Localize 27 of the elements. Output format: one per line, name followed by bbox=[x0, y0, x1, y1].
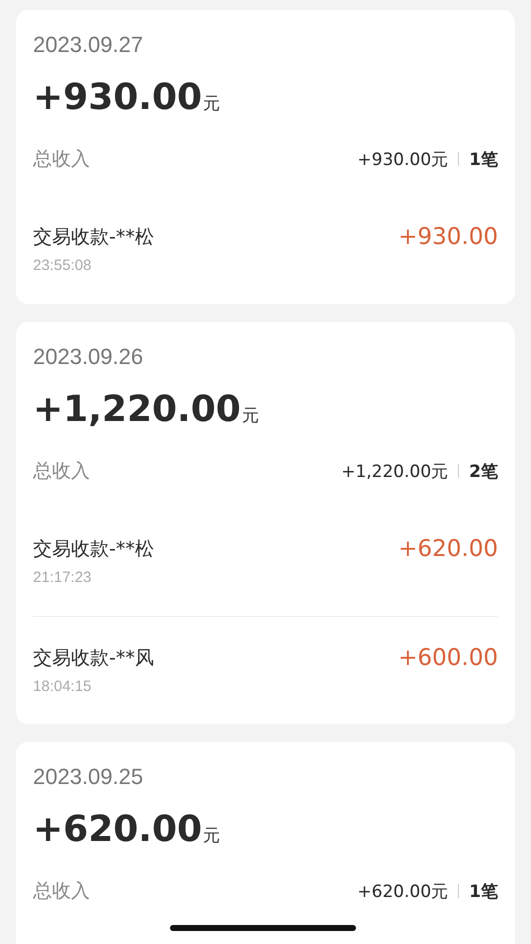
transaction-amount: +930.00 bbox=[398, 223, 498, 252]
total-amount: +930.00 bbox=[33, 76, 202, 120]
transaction-count: 2笔 bbox=[469, 460, 498, 482]
date-label: 2023.09.26 bbox=[33, 343, 144, 371]
total-amount: +1,220.00 bbox=[33, 388, 241, 432]
transaction-time: 21:17:23 bbox=[33, 568, 92, 588]
transaction-amount: +620.00 bbox=[398, 535, 498, 564]
transaction-time: 18:04:15 bbox=[33, 677, 92, 697]
date-label: 2023.09.25 bbox=[33, 763, 144, 791]
summary-label: 总收入 bbox=[33, 459, 90, 484]
currency-unit: 元 bbox=[203, 94, 220, 114]
summary-label: 总收入 bbox=[33, 879, 90, 904]
total-amount: +620.00 bbox=[33, 808, 202, 852]
summary-amount: +620.00元 bbox=[357, 880, 448, 902]
transaction-title[interactable]: 交易收款-**松 bbox=[33, 534, 154, 564]
summary-label: 总收入 bbox=[33, 147, 90, 172]
summary-amount: +930.00元 bbox=[357, 148, 448, 170]
currency-unit: 元 bbox=[242, 406, 259, 426]
transaction-count: 1笔 bbox=[469, 148, 498, 170]
transaction-count: 1笔 bbox=[469, 880, 498, 902]
transaction-amount: +600.00 bbox=[398, 644, 498, 673]
currency-unit: 元 bbox=[203, 826, 220, 846]
transaction-title[interactable]: 交易收款-**风 bbox=[33, 643, 154, 673]
summary-amount: +1,220.00元 bbox=[341, 460, 448, 482]
date-label: 2023.09.27 bbox=[33, 31, 144, 59]
transaction-title[interactable]: 交易收款-**松 bbox=[33, 222, 154, 252]
transaction-time: 23:55:08 bbox=[33, 256, 92, 276]
